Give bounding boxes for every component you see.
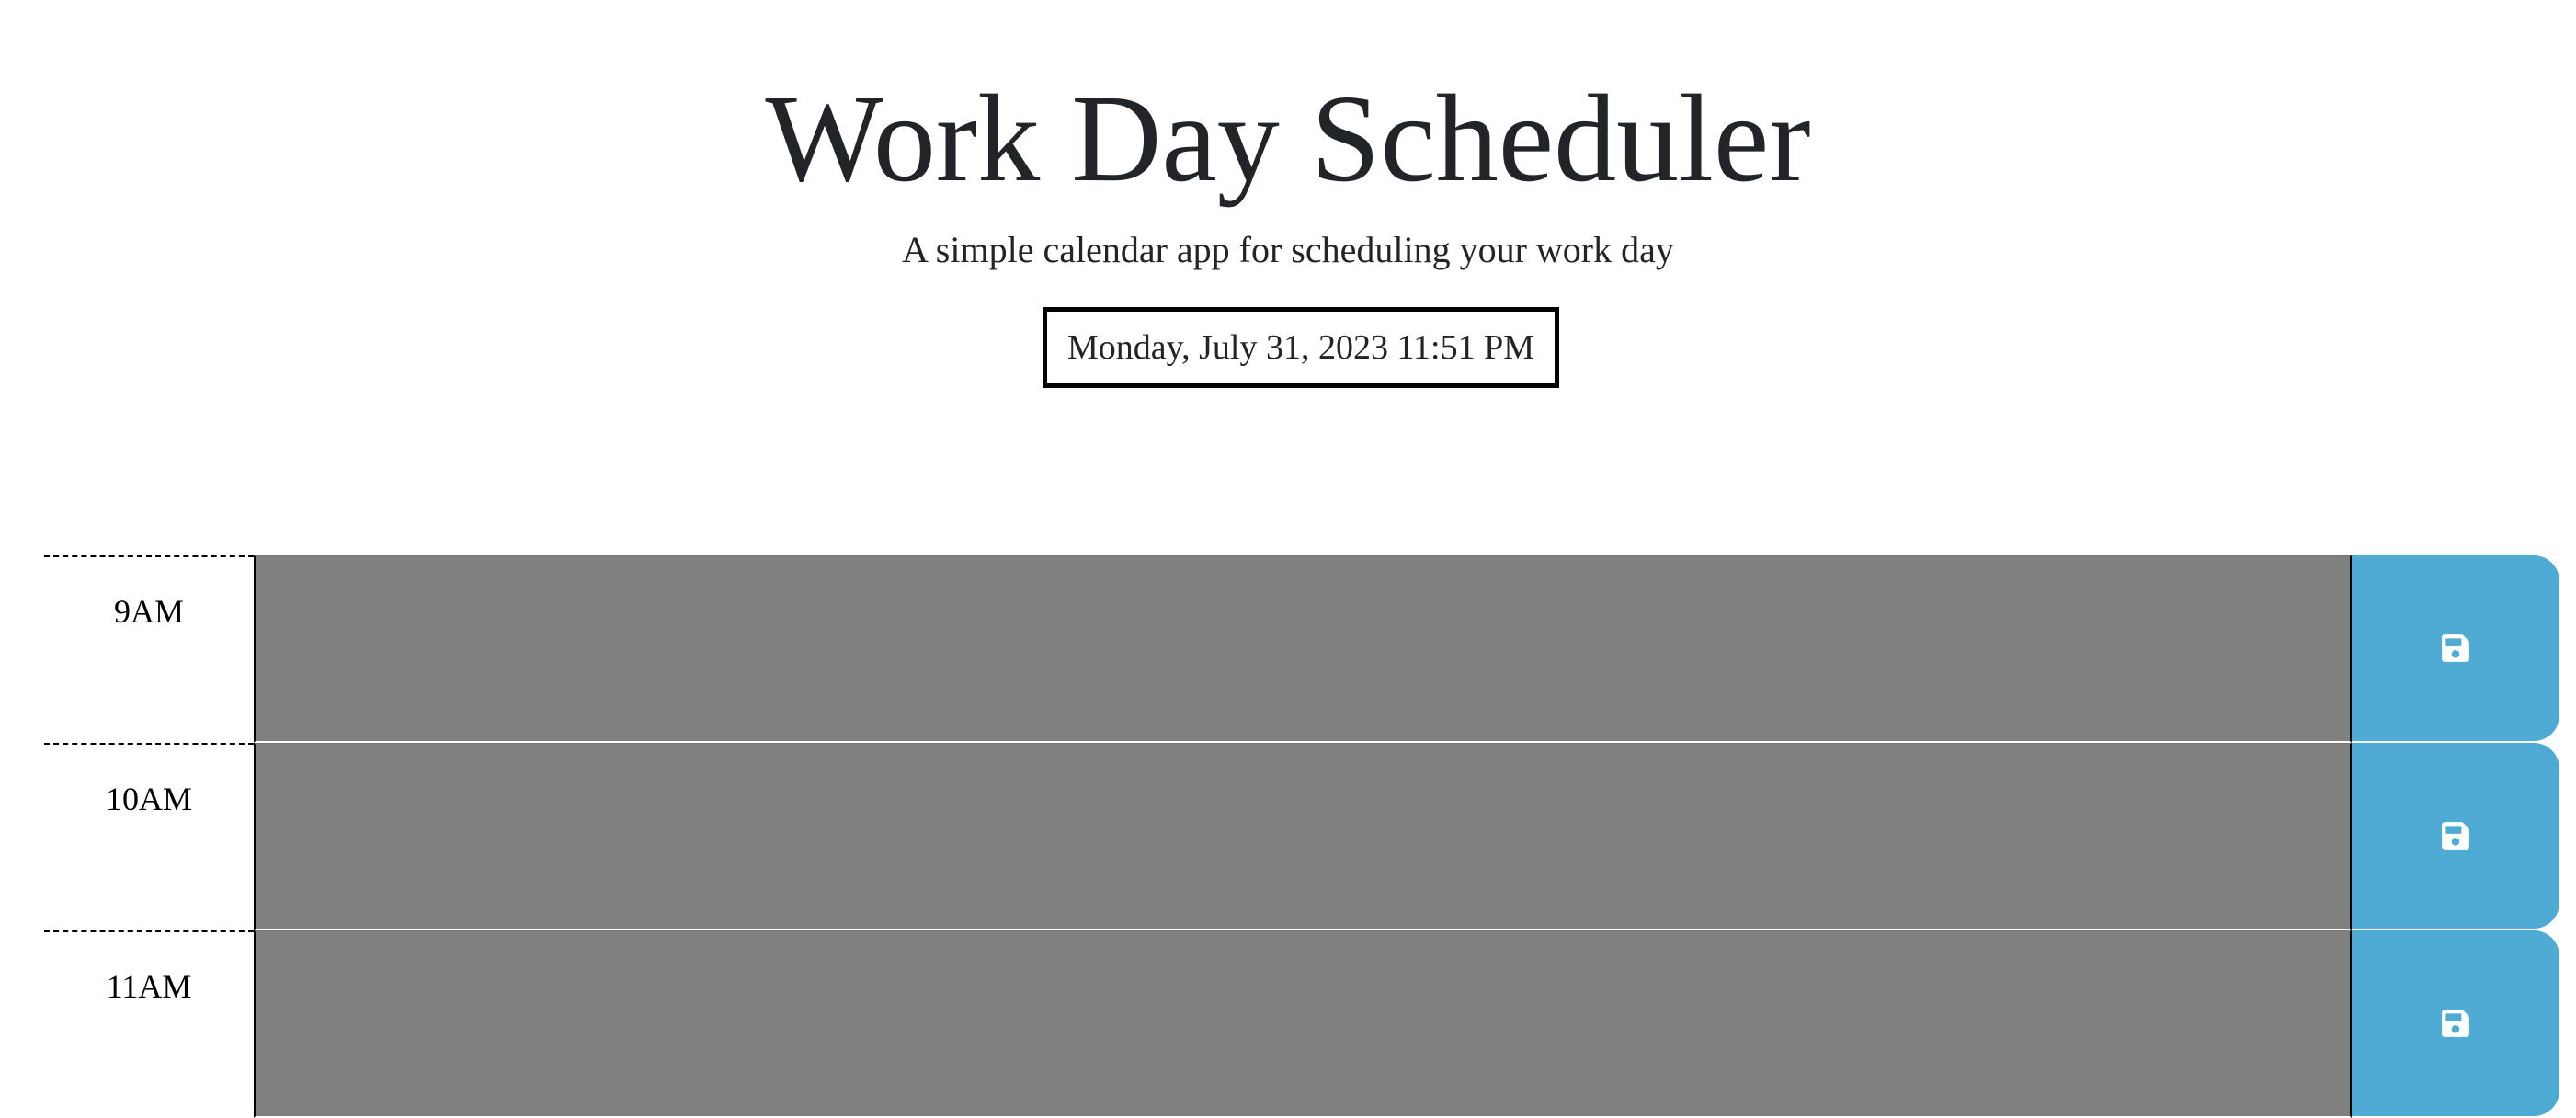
page-subtitle: A simple calendar app for scheduling you… bbox=[902, 229, 1674, 270]
page-title: Work Day Scheduler bbox=[765, 70, 1811, 208]
floppy-disk-icon bbox=[2442, 822, 2469, 850]
save-button[interactable] bbox=[2352, 743, 2559, 929]
hour-label: 11AM bbox=[44, 930, 254, 1118]
floppy-disk-icon bbox=[2442, 1010, 2469, 1037]
timeblock-container: 9AM 10AM 11AM bbox=[44, 555, 2559, 1118]
hour-label: 10AM bbox=[44, 743, 254, 930]
floppy-disk-icon bbox=[2442, 634, 2469, 662]
time-block-11am: 11AM bbox=[44, 930, 2559, 1118]
current-day: Monday, July 31, 2023 11:51 PM bbox=[1043, 307, 1559, 388]
time-block-10am: 10AM bbox=[44, 743, 2559, 930]
description-input[interactable] bbox=[254, 743, 2352, 930]
time-block-9am: 9AM bbox=[44, 555, 2559, 743]
description-input[interactable] bbox=[254, 930, 2352, 1118]
save-button[interactable] bbox=[2352, 930, 2559, 1116]
description-input[interactable] bbox=[254, 555, 2352, 743]
save-button[interactable] bbox=[2352, 555, 2559, 741]
hour-label: 9AM bbox=[44, 555, 254, 743]
header: Work Day Scheduler A simple calendar app… bbox=[0, 0, 2576, 552]
